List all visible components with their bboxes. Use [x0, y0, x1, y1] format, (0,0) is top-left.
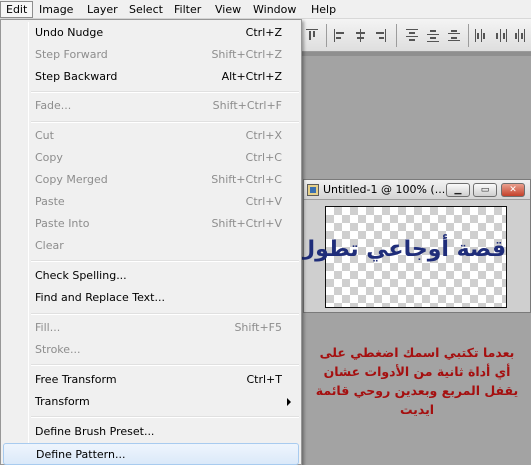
toolbar-separator: [326, 24, 327, 47]
menu-filter[interactable]: Filter: [169, 1, 206, 18]
menu-item-define-pattern[interactable]: Define Pattern...: [3, 443, 299, 465]
align-horizontal-centers-icon[interactable]: [354, 29, 366, 42]
distribute-bottom-edges-icon[interactable]: [448, 29, 460, 42]
restore-button[interactable]: ▭: [473, 183, 497, 197]
menu-item-shortcut: Shift+Ctrl+Z: [211, 48, 282, 61]
menu-separator: [31, 260, 299, 262]
distribute-right-edges-icon[interactable]: [514, 29, 526, 42]
menu-item-shortcut: Shift+Ctrl+F: [212, 99, 282, 112]
menu-item-shortcut: Ctrl+Z: [245, 26, 282, 39]
menu-item-label: Define Brush Preset...: [35, 425, 155, 438]
distribute-top-edges-icon[interactable]: [406, 29, 418, 42]
close-button[interactable]: ✕: [501, 183, 525, 197]
menu-item-shortcut: Shift+F5: [234, 321, 282, 334]
menu-item-paste-into[interactable]: Paste Into Shift+Ctrl+V: [3, 213, 299, 235]
menu-item-label: Fade...: [35, 99, 72, 112]
menu-edit[interactable]: Edit: [0, 1, 34, 18]
menu-item-copy-merged[interactable]: Copy Merged Shift+Ctrl+C: [3, 169, 299, 191]
menu-item-label: Fill...: [35, 321, 61, 334]
menu-item-copy[interactable]: Copy Ctrl+C: [3, 147, 299, 169]
document-window[interactable]: Untitled-1 @ 100% (... ▁ ▭ ✕ قصة أوجاعي …: [296, 179, 531, 313]
menu-window[interactable]: Window: [248, 1, 301, 18]
instruction-note: بعدما تكتبي اسمك اضغطي على أي أداة ثانية…: [306, 343, 528, 419]
minimize-button[interactable]: ▁: [446, 183, 470, 197]
menu-view[interactable]: View: [210, 1, 246, 18]
menu-item-define-brush-preset[interactable]: Define Brush Preset...: [3, 421, 299, 443]
menu-item-shortcut: Alt+Ctrl+Z: [221, 70, 282, 83]
menu-item-label: Step Backward: [35, 70, 118, 83]
align-left-edges-icon[interactable]: [334, 29, 346, 42]
toolbar-separator: [468, 24, 469, 47]
menu-item-label: Check Spelling...: [35, 269, 127, 282]
menu-item-label: Step Forward: [35, 48, 108, 61]
note-line: أي أداة ثانية من الأدوات عشان: [323, 364, 511, 379]
workspace-divider: [300, 52, 531, 56]
note-line: يقفل المربع وبعدين روحي قائمة: [315, 383, 519, 398]
menu-item-label: Define Pattern...: [36, 448, 126, 461]
distribute-horizontal-centers-icon[interactable]: [495, 29, 507, 42]
menu-image[interactable]: Image: [34, 1, 78, 18]
menu-item-paste[interactable]: Paste Ctrl+V: [3, 191, 299, 213]
menu-item-shortcut: Ctrl+V: [245, 195, 282, 208]
menu-item-label: Find and Replace Text...: [35, 291, 165, 304]
menu-item-label: Copy Merged: [35, 173, 108, 186]
menu-item-label: Paste: [35, 195, 65, 208]
toolbar-separator: [396, 24, 397, 47]
menu-item-label: Transform: [35, 395, 90, 408]
menu-separator: [31, 121, 299, 123]
distribute-left-edges-icon[interactable]: [475, 29, 487, 42]
menu-item-label: Stroke...: [35, 343, 81, 356]
submenu-arrow-icon: [287, 398, 291, 406]
menu-item-find-replace[interactable]: Find and Replace Text...: [3, 287, 299, 309]
menu-item-transform[interactable]: Transform: [3, 391, 299, 413]
image-canvas[interactable]: قصة أوجاعي تطول: [296, 206, 507, 308]
menu-item-cut[interactable]: Cut Ctrl+X: [3, 125, 299, 147]
menu-item-step-forward[interactable]: Step Forward Shift+Ctrl+Z: [3, 44, 299, 66]
menu-item-check-spelling[interactable]: Check Spelling...: [3, 265, 299, 287]
menu-item-fill[interactable]: Fill... Shift+F5: [3, 317, 299, 339]
menu-separator: [31, 91, 299, 93]
menu-separator: [31, 416, 299, 418]
menu-item-shortcut: Ctrl+C: [245, 151, 282, 164]
menu-item-undo-nudge[interactable]: Undo Nudge Ctrl+Z: [3, 22, 299, 44]
menu-item-shortcut: Ctrl+T: [246, 373, 282, 386]
menu-item-shortcut: Shift+Ctrl+V: [211, 217, 282, 230]
menu-item-clear[interactable]: Clear: [3, 235, 299, 257]
canvas-text-layer: قصة أوجاعي تطول: [296, 237, 506, 262]
document-title: Untitled-1 @ 100% (...: [323, 183, 446, 196]
note-line: بعدما تكتبي اسمك اضغطي على: [319, 345, 515, 360]
menu-item-label: Copy: [35, 151, 63, 164]
menu-item-label: Clear: [35, 239, 64, 252]
menu-item-shortcut: Shift+Ctrl+C: [211, 173, 282, 186]
menu-item-step-backward[interactable]: Step Backward Alt+Ctrl+Z: [3, 66, 299, 88]
menu-bar: Edit Image Layer Select Filter View Wind…: [0, 0, 531, 19]
menu-separator: [31, 364, 299, 366]
menu-item-label: Paste Into: [35, 217, 90, 230]
menu-item-label: Cut: [35, 129, 54, 142]
menu-item-free-transform[interactable]: Free Transform Ctrl+T: [3, 369, 299, 391]
menu-layer[interactable]: Layer: [82, 1, 123, 18]
document-icon: [307, 184, 319, 196]
options-bar: [300, 19, 531, 52]
menu-item-stroke[interactable]: Stroke...: [3, 339, 299, 361]
menu-item-fade[interactable]: Fade... Shift+Ctrl+F: [3, 95, 299, 117]
distribute-vertical-centers-icon[interactable]: [427, 29, 439, 42]
menu-select[interactable]: Select: [124, 1, 168, 18]
menu-item-label: Free Transform: [35, 373, 117, 386]
align-right-edges-icon[interactable]: [374, 29, 386, 42]
menu-item-shortcut: Ctrl+X: [245, 129, 282, 142]
align-top-edges-icon[interactable]: [306, 29, 318, 42]
menu-item-label: Undo Nudge: [35, 26, 104, 39]
edit-menu-dropdown: Undo Nudge Ctrl+Z Step Forward Shift+Ctr…: [0, 19, 302, 465]
menu-help[interactable]: Help: [306, 1, 341, 18]
document-titlebar[interactable]: Untitled-1 @ 100% (... ▁ ▭ ✕: [304, 180, 530, 200]
note-line: ايديت: [399, 402, 435, 417]
menu-separator: [31, 313, 299, 315]
